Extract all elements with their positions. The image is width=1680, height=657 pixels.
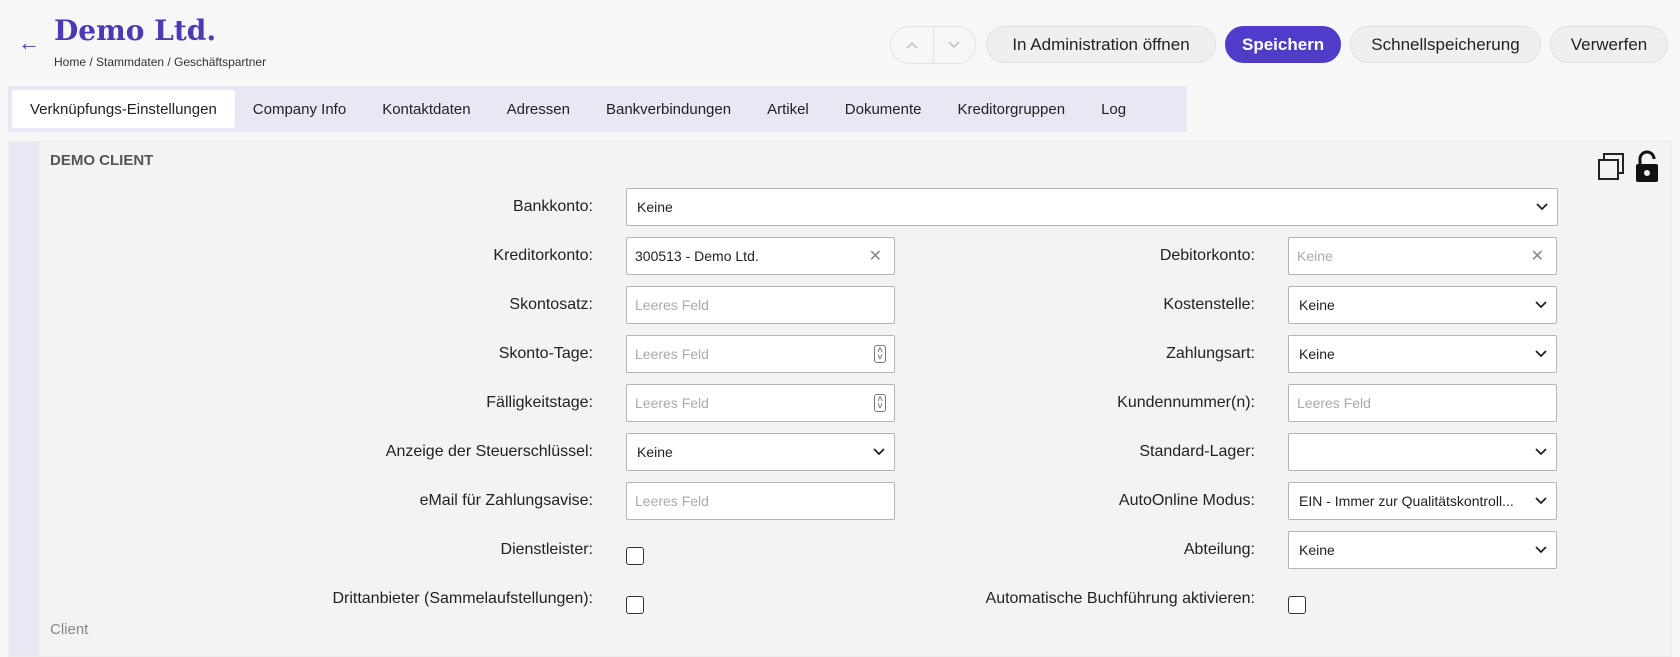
tab-kontaktdaten[interactable]: Kontaktdaten [364,90,488,128]
tab-adressen[interactable]: Adressen [489,90,588,128]
dienstleister-checkbox[interactable] [626,547,644,565]
auto-buchfuehrung-checkbox[interactable] [1288,596,1306,614]
tab-log[interactable]: Log [1083,90,1144,128]
auto-buchfuehrung-label: Automatische Buchführung aktivieren: [985,590,1255,607]
steuerschluessel-label: Anzeige der Steuerschlüssel: [385,443,593,460]
tab-company-info[interactable]: Company Info [235,90,364,128]
copy-icon[interactable] [1597,152,1625,182]
email-zahlungsavise-input[interactable]: Leeres Feld [626,482,895,520]
breadcrumb: Home / Stammdaten / Geschäftspartner [54,55,267,69]
clear-icon[interactable]: ✕ [1531,246,1544,266]
autoonline-label: AutoOnline Modus: [1118,492,1255,509]
skontosatz-label: Skontosatz: [509,296,593,313]
tab-bankverbindungen[interactable]: Bankverbindungen [588,90,749,128]
chevron-down-icon [1534,543,1548,557]
skonto-tage-label: Skonto-Tage: [498,345,593,362]
chevron-down-icon [1535,200,1549,214]
abteilung-select[interactable]: Keine [1288,531,1557,569]
faelligkeitstage-input[interactable]: Leeres Feld ˄ ˅ [626,384,895,422]
standard-lager-select[interactable] [1288,433,1557,471]
bankkonto-label: Bankkonto: [512,198,593,215]
drittanbieter-label: Drittanbieter (Sammelaufstellungen): [332,590,593,607]
discard-button[interactable]: Verwerfen [1550,26,1668,63]
debitorkonto-field[interactable]: Keine ✕ [1288,237,1557,275]
skonto-tage-input[interactable]: Leeres Feld ˄ ˅ [626,335,895,373]
kundennummer-label: Kundennummer(n): [1117,394,1255,411]
zahlungsart-select[interactable]: Keine [1288,335,1557,373]
save-button[interactable]: Speichern [1225,26,1341,63]
skontosatz-input[interactable]: Leeres Feld [626,286,895,324]
kundennummer-input[interactable]: Leeres Feld [1288,384,1557,422]
chevron-down-icon [872,445,886,459]
kreditorkonto-field[interactable]: 300513 - Demo Ltd. ✕ [626,237,895,275]
panel-side-bar [9,142,39,656]
chevron-down-icon [1534,445,1548,459]
panel-footer: Client [50,621,89,638]
kreditorkonto-label: Kreditorkonto: [493,247,593,264]
tab-artikel[interactable]: Artikel [749,90,827,128]
zahlungsart-label: Zahlungsart: [1166,345,1255,362]
client-panel: DEMO CLIENT Bankkonto: Keine Kreditorkon… [8,141,1672,657]
dienstleister-label: Dienstleister: [500,541,593,558]
quick-save-button[interactable]: Schnellspeicherung [1350,26,1541,63]
page-title: Demo Ltd. [54,14,217,47]
page-header: ← Demo Ltd. Home / Stammdaten / Geschäft… [0,0,1680,85]
standard-lager-label: Standard-Lager: [1139,443,1255,460]
unlock-icon[interactable] [1633,150,1661,184]
bankkonto-select[interactable]: Keine [626,188,1558,226]
number-stepper-icon[interactable]: ˄ ˅ [874,345,886,363]
kostenstelle-select[interactable]: Keine [1288,286,1557,324]
abteilung-label: Abteilung: [1183,541,1255,558]
tab-bar: Verknüpfungs-Einstellungen Company Info … [8,86,1187,132]
chevron-down-icon [1534,347,1548,361]
clear-icon[interactable]: ✕ [869,246,882,266]
chevron-down-icon[interactable] [932,27,976,63]
faelligkeitstage-label: Fälligkeitstage: [486,394,593,411]
chevron-down-icon [1534,298,1548,312]
tab-kreditorgruppen[interactable]: Kreditorgruppen [939,90,1083,128]
open-in-admin-button[interactable]: In Administration öffnen [986,26,1216,63]
tab-dokumente[interactable]: Dokumente [827,90,940,128]
back-arrow-icon[interactable]: ← [18,32,40,54]
kostenstelle-label: Kostenstelle: [1163,296,1255,313]
autoonline-select[interactable]: EIN - Immer zur Qualitätskontroll... [1288,482,1557,520]
drittanbieter-checkbox[interactable] [626,596,644,614]
number-stepper-icon[interactable]: ˄ ˅ [874,394,886,412]
record-navigation [890,26,976,64]
panel-title: DEMO CLIENT [50,152,154,169]
tab-verknuepfungs-einstellungen[interactable]: Verknüpfungs-Einstellungen [12,90,235,128]
debitorkonto-label: Debitorkonto: [1159,247,1255,264]
chevron-down-icon [1534,494,1548,508]
chevron-up-icon[interactable] [891,27,933,63]
steuerschluessel-select[interactable]: Keine [626,433,895,471]
email-zahlungsavise-label: eMail für Zahlungsavise: [419,492,593,509]
